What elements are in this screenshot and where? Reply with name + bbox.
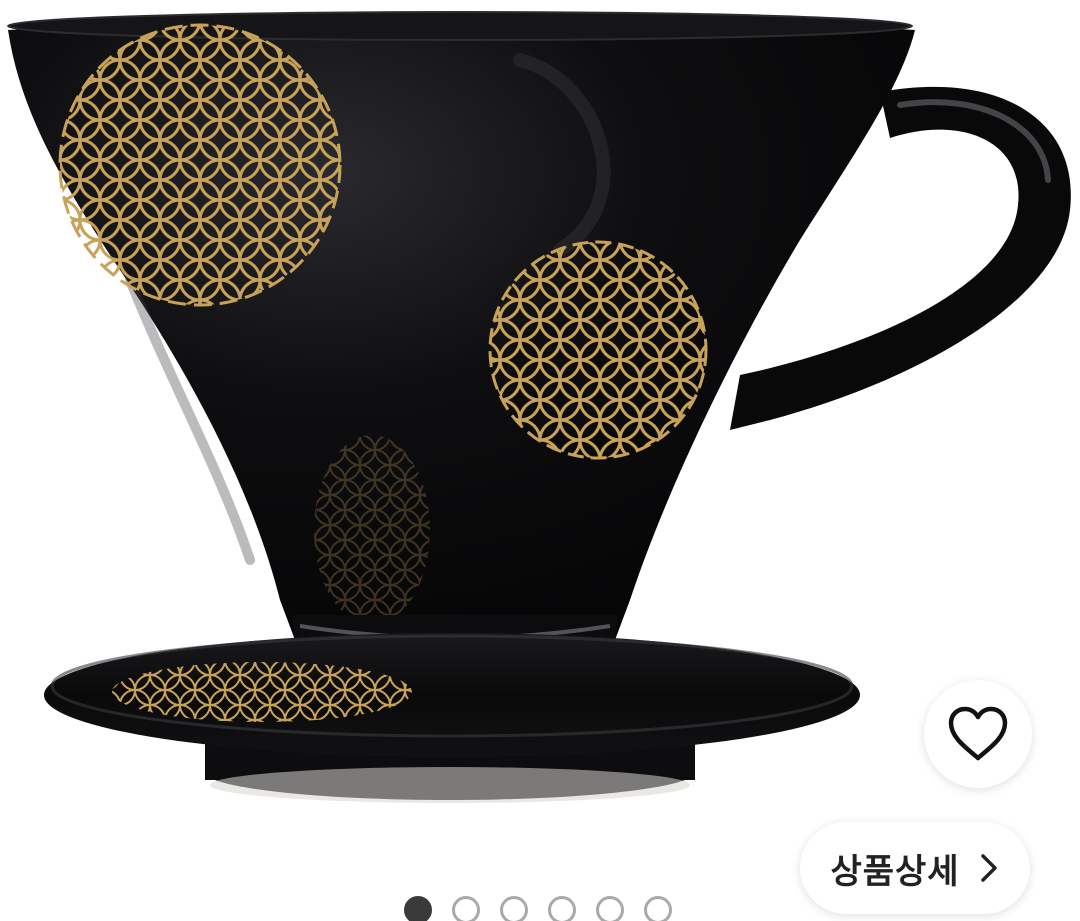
- chevron-right-icon: [980, 854, 997, 882]
- pager-dot[interactable]: [500, 896, 528, 921]
- pager-dot[interactable]: [404, 896, 432, 921]
- product-photo[interactable]: [0, 0, 1080, 921]
- heart-outline-icon: [948, 706, 1008, 761]
- pager-dot[interactable]: [548, 896, 576, 921]
- wishlist-button[interactable]: [924, 680, 1032, 788]
- pager-dot[interactable]: [596, 896, 624, 921]
- dripper-saucer: [44, 633, 860, 803]
- image-pager: [404, 896, 672, 921]
- pager-dot[interactable]: [644, 896, 672, 921]
- product-image-viewer: 상품상세: [0, 0, 1080, 921]
- pager-dot[interactable]: [452, 896, 480, 921]
- product-detail-label: 상품상세: [830, 851, 960, 892]
- product-detail-button[interactable]: 상품상세: [800, 822, 1030, 914]
